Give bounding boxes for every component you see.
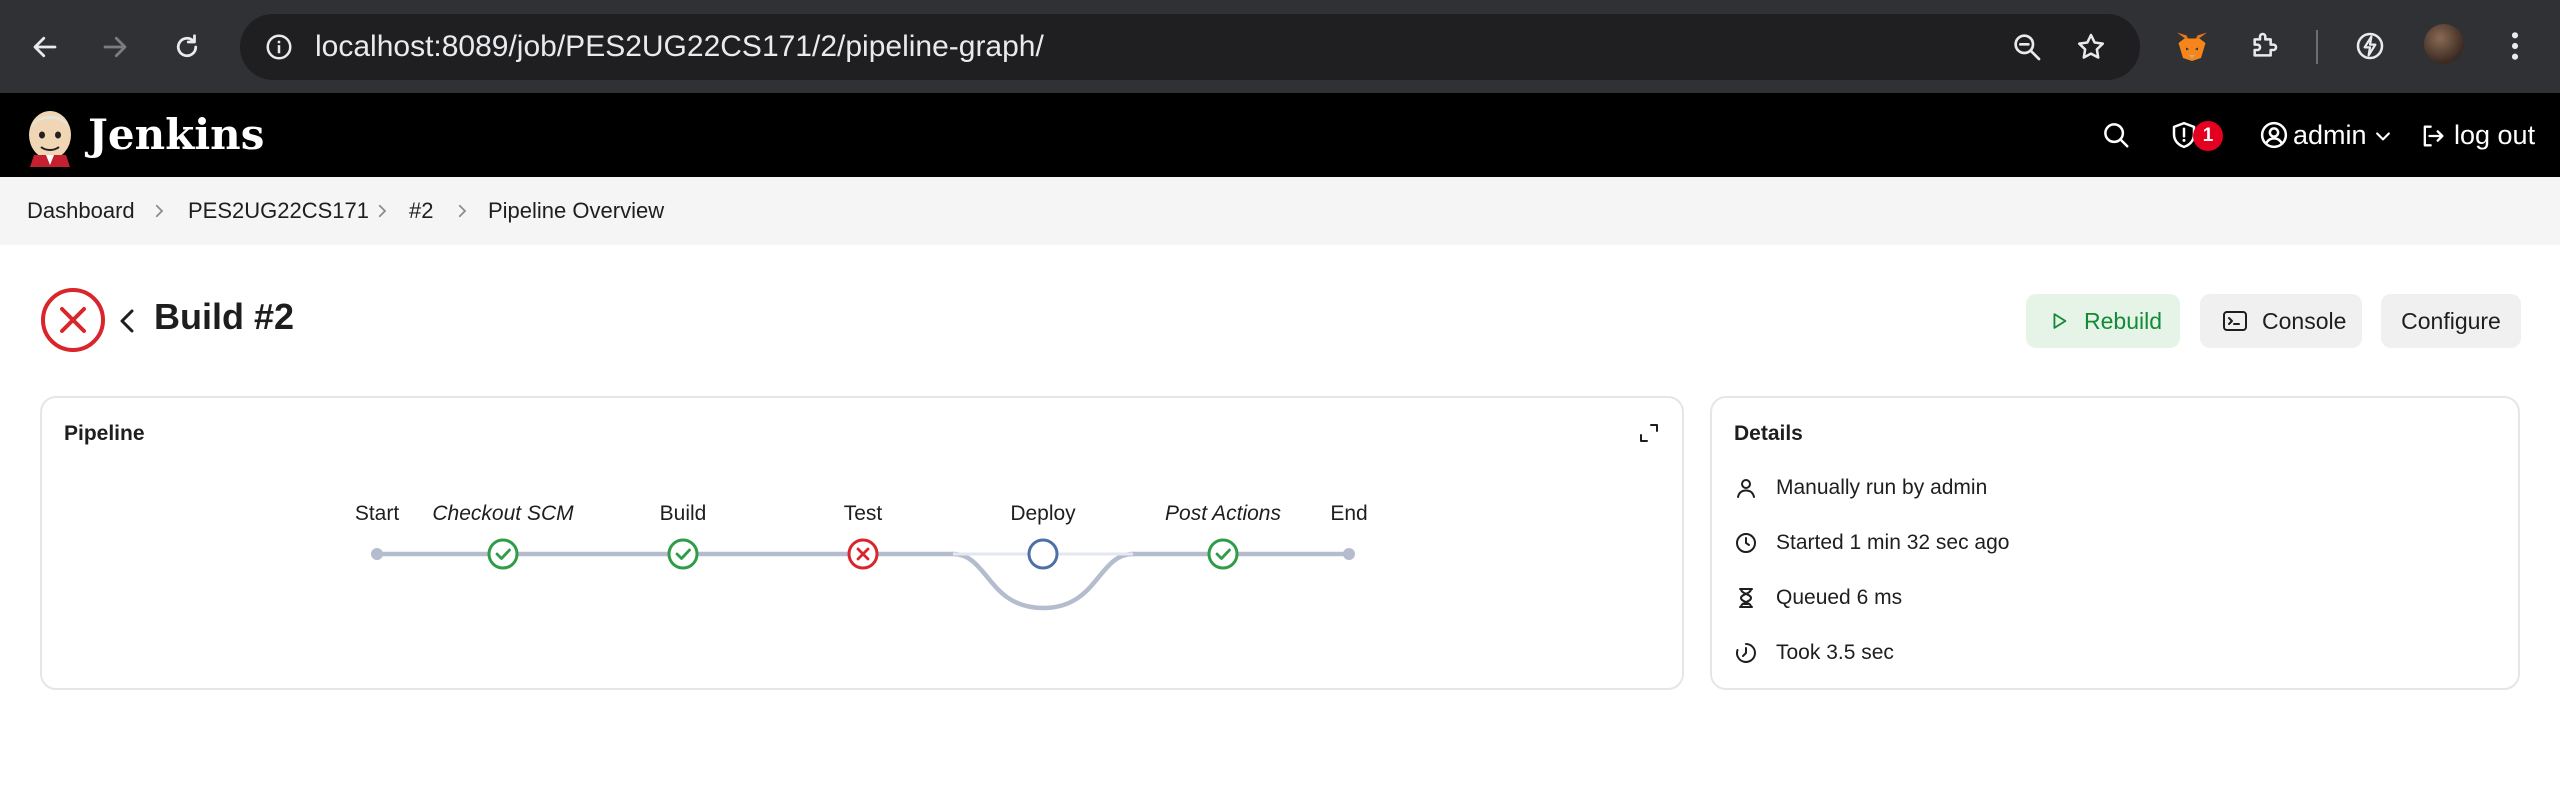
breadcrumb: Dashboard PES2UG22CS171 #2 Pipeline Over… [0,177,2560,245]
logout-link[interactable]: log out [2454,93,2535,177]
details-card: Details Manually run by admin Started 1 … [1710,396,2520,690]
detail-row-duration: Took 3.5 sec [1734,635,1894,671]
rebuild-button[interactable]: Rebuild [2026,294,2180,348]
breadcrumb-chevron-icon [155,204,164,218]
detail-triggered-by-text: Manually run by admin [1776,476,1988,499]
console-label: Console [2262,307,2347,334]
jenkins-logo-icon[interactable] [24,105,76,167]
breadcrumb-build[interactable]: #2 [409,177,433,245]
console-button[interactable]: Console [2200,294,2362,348]
zoom-icon[interactable] [2008,28,2046,66]
build-failed-icon [41,288,105,352]
kebab-menu-icon[interactable] [2491,22,2539,70]
profile-avatar[interactable] [2424,24,2464,64]
toolbar-divider [2316,30,2318,64]
detail-row-queued: Queued 6 ms [1734,580,1902,616]
breadcrumb-dashboard[interactable]: Dashboard [27,177,135,245]
user-menu[interactable]: admin [2293,93,2367,177]
hourglass-icon [1739,588,1753,608]
back-chevron-icon[interactable] [116,306,138,336]
chevron-down-icon[interactable] [2372,125,2394,147]
detail-queued-text: Queued 6 ms [1776,586,1903,609]
end-node [1343,548,1355,560]
jenkins-brand[interactable]: Jenkins [88,105,264,165]
stage-node-build[interactable] [667,538,699,570]
clock-icon [1736,533,1756,553]
timer-icon [1736,643,1756,663]
bookmark-star-icon[interactable] [2072,28,2110,66]
details-card-title: Details [1734,422,1803,445]
reload-icon[interactable] [164,24,210,70]
metamask-fox-icon[interactable] [2168,22,2216,70]
pipeline-graph [371,538,1355,611]
breadcrumb-job[interactable]: PES2UG22CS171 [188,177,369,245]
play-icon [2053,313,2067,329]
detail-row-started: Started 1 min 32 sec ago [1734,525,2009,561]
configure-label: Configure [2401,307,2501,334]
stage-node-deploy[interactable] [1027,538,1059,570]
address-bar[interactable]: localhost:8089/job/PES2UG22CS171/2/pipel… [240,14,2140,80]
user-circle-icon[interactable] [2256,117,2292,153]
jenkins-header: Jenkins 1 admin log out [0,93,2560,177]
logout-icon[interactable] [2416,119,2450,153]
url-text[interactable]: localhost:8089/job/PES2UG22CS171/2/pipel… [315,14,1044,80]
back-arrow-icon[interactable] [22,24,68,70]
search-icon[interactable] [2098,117,2134,153]
breadcrumb-chevron-icon [378,204,387,218]
browser-toolbar: localhost:8089/job/PES2UG22CS171/2/pipel… [0,0,2560,93]
user-icon [1737,479,1755,498]
rebuild-label: Rebuild [2084,307,2162,334]
terminal-icon [2223,311,2247,331]
breadcrumb-chevron-icon [458,204,467,218]
pipeline-card: Pipeline Start Checkout SCM Build Test D… [40,396,1684,690]
page-title: Build #2 [154,296,295,337]
configure-button[interactable]: Configure [2381,294,2521,348]
security-count-badge[interactable]: 1 [2193,121,2223,151]
detail-row-triggered-by: Manually run by admin [1734,470,1987,506]
breadcrumb-pipeline-overview[interactable]: Pipeline Overview [488,177,664,245]
performance-icon[interactable] [2346,22,2394,70]
stage-node-post-actions[interactable] [1207,538,1239,570]
start-node [371,548,383,560]
extensions-puzzle-icon[interactable] [2240,22,2288,70]
stage-node-checkout-scm[interactable] [487,538,519,570]
site-info-icon[interactable] [260,28,298,66]
detail-started-text[interactable]: Started 1 min 32 sec ago [1776,531,2009,555]
stage-node-test[interactable] [847,538,879,570]
forward-arrow-icon[interactable] [92,24,138,70]
detail-duration-text: Took 3.5 sec [1776,641,1894,664]
